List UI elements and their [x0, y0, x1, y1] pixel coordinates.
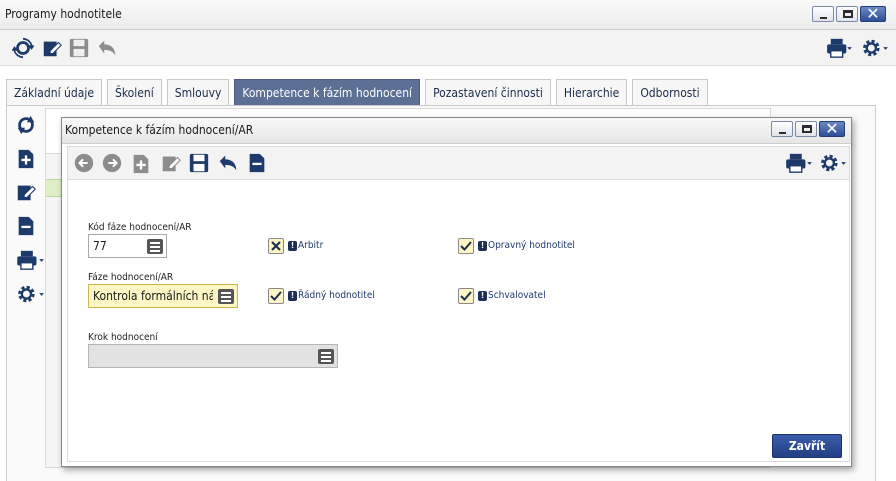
main-titlebar: Programy hodnotitele ✕	[0, 0, 896, 30]
back-icon[interactable]	[73, 152, 95, 174]
maximize-icon	[802, 125, 812, 133]
opravny-checkbox[interactable]	[458, 238, 474, 254]
delete-icon[interactable]	[15, 215, 37, 237]
tab-kompetence[interactable]: Kompetence k fázím hodnocení	[234, 79, 421, 106]
dialog-close-x-button[interactable]: ✕	[819, 119, 845, 138]
forward-icon[interactable]	[101, 152, 123, 174]
x-mark-icon	[271, 241, 281, 251]
side-toolbar	[10, 108, 46, 481]
checkmark-icon	[460, 291, 472, 301]
tab-hierarchie[interactable]: Hierarchie	[555, 79, 628, 106]
dialog-toolbar	[67, 146, 850, 180]
faze-field[interactable]: Kontrola formálních nál	[88, 284, 238, 308]
tab-zakladni-udaje[interactable]: Základní údaje	[6, 79, 102, 106]
refresh-icon[interactable]	[12, 37, 34, 59]
kod-faze-value: 77	[93, 239, 107, 253]
close-button[interactable]: Zavřít	[772, 434, 842, 458]
kod-faze-field[interactable]: 77	[88, 234, 167, 258]
mandatory-icon: !	[478, 241, 487, 251]
checkmark-icon	[460, 241, 472, 251]
tab-odbornosti[interactable]: Odbornosti	[632, 79, 708, 106]
radny-label: ! Řádný hodnotitel	[288, 290, 375, 301]
list-icon[interactable]	[147, 239, 163, 254]
dialog-window-controls: ✕	[771, 119, 845, 138]
mandatory-icon: !	[478, 291, 487, 301]
dialog-titlebar[interactable]: Kompetence k fázím hodnocení/AR ✕	[62, 118, 851, 144]
krok-field[interactable]	[88, 344, 338, 368]
delete-icon[interactable]	[246, 152, 268, 174]
mandatory-icon: !	[288, 291, 297, 301]
edit-icon[interactable]	[160, 152, 182, 174]
krok-label: Krok hodnocení	[88, 332, 158, 343]
minimize-icon	[779, 132, 786, 134]
schvalovatel-label: ! Schvalovatel	[478, 290, 546, 301]
list-icon[interactable]	[318, 349, 334, 364]
dialog-form: Kód fáze hodnocení/AR 77 Fáze hodnocení/…	[67, 180, 850, 462]
print-icon[interactable]	[784, 152, 814, 174]
dialog-maximize-button[interactable]	[795, 121, 817, 137]
close-icon: ✕	[825, 119, 839, 138]
close-icon: ✕	[866, 4, 880, 23]
maximize-icon	[843, 10, 853, 18]
dialog-title: Kompetence k fázím hodnocení/AR	[65, 123, 254, 137]
edit-icon[interactable]	[41, 37, 63, 59]
schvalovatel-checkbox[interactable]	[458, 288, 474, 304]
print-icon[interactable]	[826, 37, 852, 59]
tab-smlouvy[interactable]: Smlouvy	[166, 79, 230, 106]
tab-bar: Základní údaje Školení Smlouvy Kompetenc…	[6, 79, 708, 106]
undo-icon[interactable]	[96, 37, 118, 59]
arbitr-label: ! Arbitr	[288, 240, 323, 251]
settings-icon[interactable]	[15, 283, 47, 305]
print-icon[interactable]	[15, 249, 47, 271]
add-icon[interactable]	[15, 148, 37, 170]
kod-faze-label: Kód fáze hodnocení/AR	[88, 222, 192, 233]
close-window-button[interactable]: ✕	[860, 4, 886, 23]
dialog-minimize-button[interactable]	[771, 121, 793, 137]
undo-icon[interactable]	[217, 152, 239, 174]
radny-checkbox[interactable]	[268, 288, 284, 304]
save-icon[interactable]	[188, 152, 210, 174]
main-toolbar	[0, 30, 896, 66]
checkmark-icon	[270, 291, 282, 301]
window-controls: ✕	[812, 4, 886, 23]
dialog-kompetence: Kompetence k fázím hodnocení/AR ✕ Kód fá…	[61, 117, 852, 467]
list-icon[interactable]	[218, 289, 234, 304]
maximize-button[interactable]	[836, 6, 858, 22]
settings-icon[interactable]	[860, 37, 890, 59]
save-icon[interactable]	[68, 37, 90, 59]
faze-value: Kontrola formálních nál	[93, 289, 213, 303]
edit-icon[interactable]	[15, 181, 37, 203]
mandatory-icon: !	[288, 241, 297, 251]
add-icon[interactable]	[130, 153, 152, 175]
opravny-label: ! Opravný hodnotitel	[478, 240, 575, 251]
tab-pozastaveni[interactable]: Pozastavení činnosti	[425, 79, 551, 106]
arbitr-checkbox[interactable]	[268, 238, 284, 254]
minimize-icon	[820, 17, 827, 19]
settings-icon[interactable]	[818, 152, 848, 174]
refresh-icon[interactable]	[15, 114, 37, 136]
tab-skoleni[interactable]: Školení	[106, 79, 162, 106]
window-title: Programy hodnotitele	[5, 7, 122, 21]
minimize-button[interactable]	[812, 6, 834, 22]
faze-label: Fáze hodnocení/AR	[88, 272, 174, 283]
